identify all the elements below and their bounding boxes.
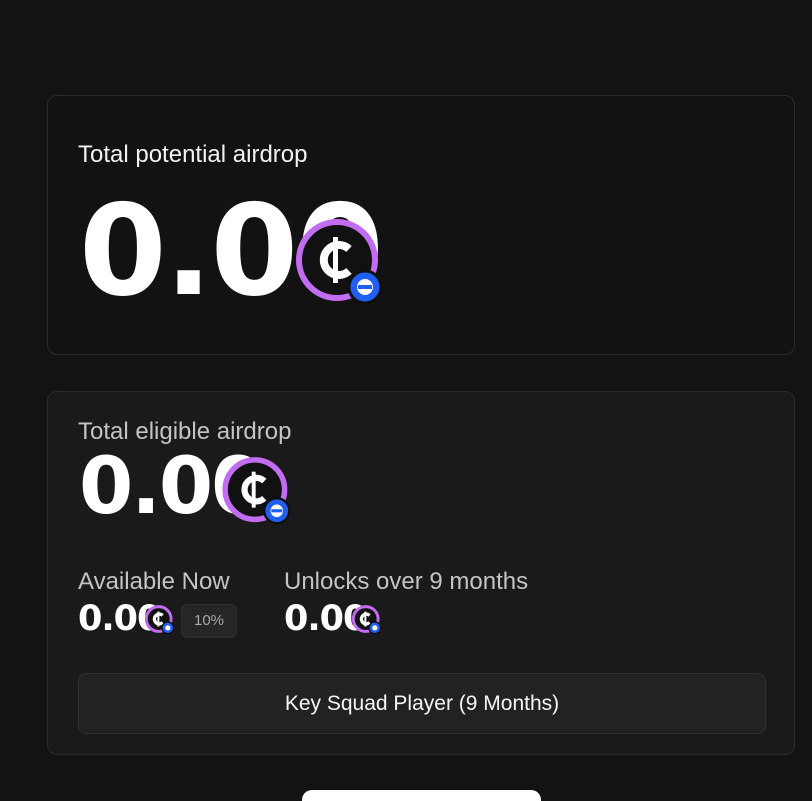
- coin-icon: [145, 605, 175, 635]
- key-squad-player-button[interactable]: Key Squad Player (9 Months): [78, 673, 766, 734]
- available-now-label: Available Now: [78, 568, 230, 595]
- eligible-airdrop-card: Total eligible airdrop 0.00 Available No…: [47, 391, 795, 755]
- airdrop-page: Total potential airdrop 0.00 Total eligi…: [0, 0, 812, 801]
- unlocks-label: Unlocks over 9 months: [284, 568, 529, 595]
- potential-airdrop-card: Total potential airdrop 0.00: [47, 95, 795, 355]
- coin-icon: [221, 456, 295, 528]
- coin-icon: [352, 605, 382, 635]
- bottom-action-button[interactable]: [302, 790, 541, 801]
- coin-icon: [295, 217, 387, 309]
- potential-airdrop-label: Total potential airdrop: [78, 141, 308, 168]
- available-percent-badge: 10%: [181, 604, 237, 638]
